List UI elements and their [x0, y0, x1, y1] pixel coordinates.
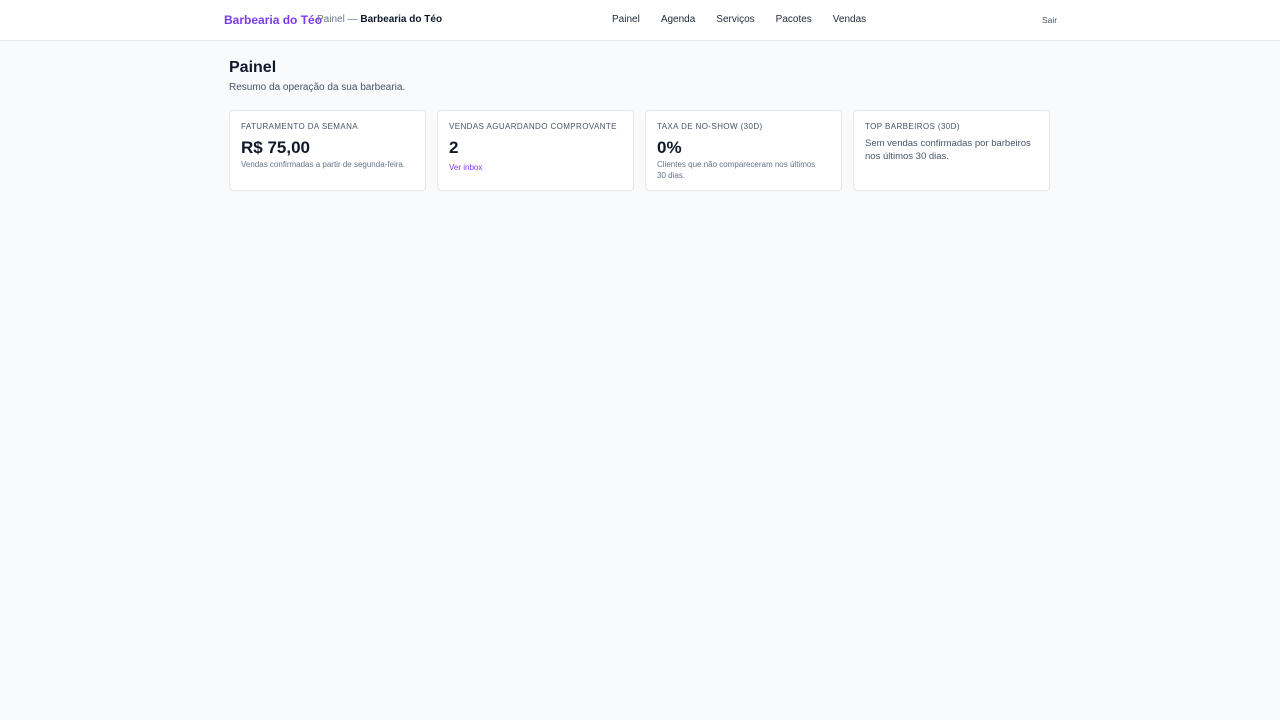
noshow-card-value: 0%: [657, 138, 682, 157]
page-subtitle: Resumo da operação da sua barbearia.: [229, 82, 406, 93]
main-nav: Painel Agenda Serviços Pacotes Vendas: [612, 14, 887, 25]
noshow-card-note: Clientes que não compareceram nos último…: [657, 160, 816, 180]
top-barbers-card-text: Sem vendas confirmadas por barbeiros nos…: [865, 138, 1031, 162]
nav-item-vendas[interactable]: Vendas: [833, 14, 866, 25]
logout-link[interactable]: Sair: [1042, 15, 1057, 25]
brand-logo-text[interactable]: Barbearia do Téo: [224, 13, 322, 27]
breadcrumb-prefix: Painel —: [317, 14, 361, 25]
top-barbers-card: TOP BARBEIROS (30D) Sem vendas confirmad…: [853, 110, 1050, 191]
pending-sales-card: VENDAS AGUARDANDO COMPROVANTE 2 Ver inbo…: [437, 110, 634, 191]
nav-item-painel[interactable]: Painel: [612, 14, 640, 25]
top-navigation-bar: Barbearia do Téo Painel — Barbearia do T…: [0, 0, 1280, 41]
nav-item-pacotes[interactable]: Pacotes: [776, 14, 812, 25]
page-title: Painel: [229, 59, 277, 76]
top-barbers-card-title: TOP BARBEIROS (30D): [865, 122, 960, 131]
view-inbox-link[interactable]: Ver inbox: [449, 163, 482, 172]
revenue-card-value: R$ 75,00: [241, 138, 310, 157]
revenue-card-note: Vendas confirmadas a partir de segunda-f…: [241, 160, 406, 169]
breadcrumb: Painel — Barbearia do Téo: [317, 14, 442, 25]
breadcrumb-current: Barbearia do Téo: [360, 14, 443, 25]
revenue-card-title: FATURAMENTO DA SEMANA: [241, 122, 359, 131]
nav-item-servicos[interactable]: Serviços: [716, 14, 754, 25]
noshow-card-title: TAXA DE NO-SHOW (30D): [657, 122, 763, 131]
pending-sales-card-title: VENDAS AGUARDANDO COMPROVANTE: [449, 122, 617, 131]
pending-sales-card-value: 2: [449, 138, 459, 157]
nav-item-agenda[interactable]: Agenda: [661, 14, 695, 25]
revenue-card: FATURAMENTO DA SEMANA R$ 75,00 Vendas co…: [229, 110, 426, 191]
noshow-card: TAXA DE NO-SHOW (30D) 0% Clientes que nã…: [645, 110, 842, 191]
